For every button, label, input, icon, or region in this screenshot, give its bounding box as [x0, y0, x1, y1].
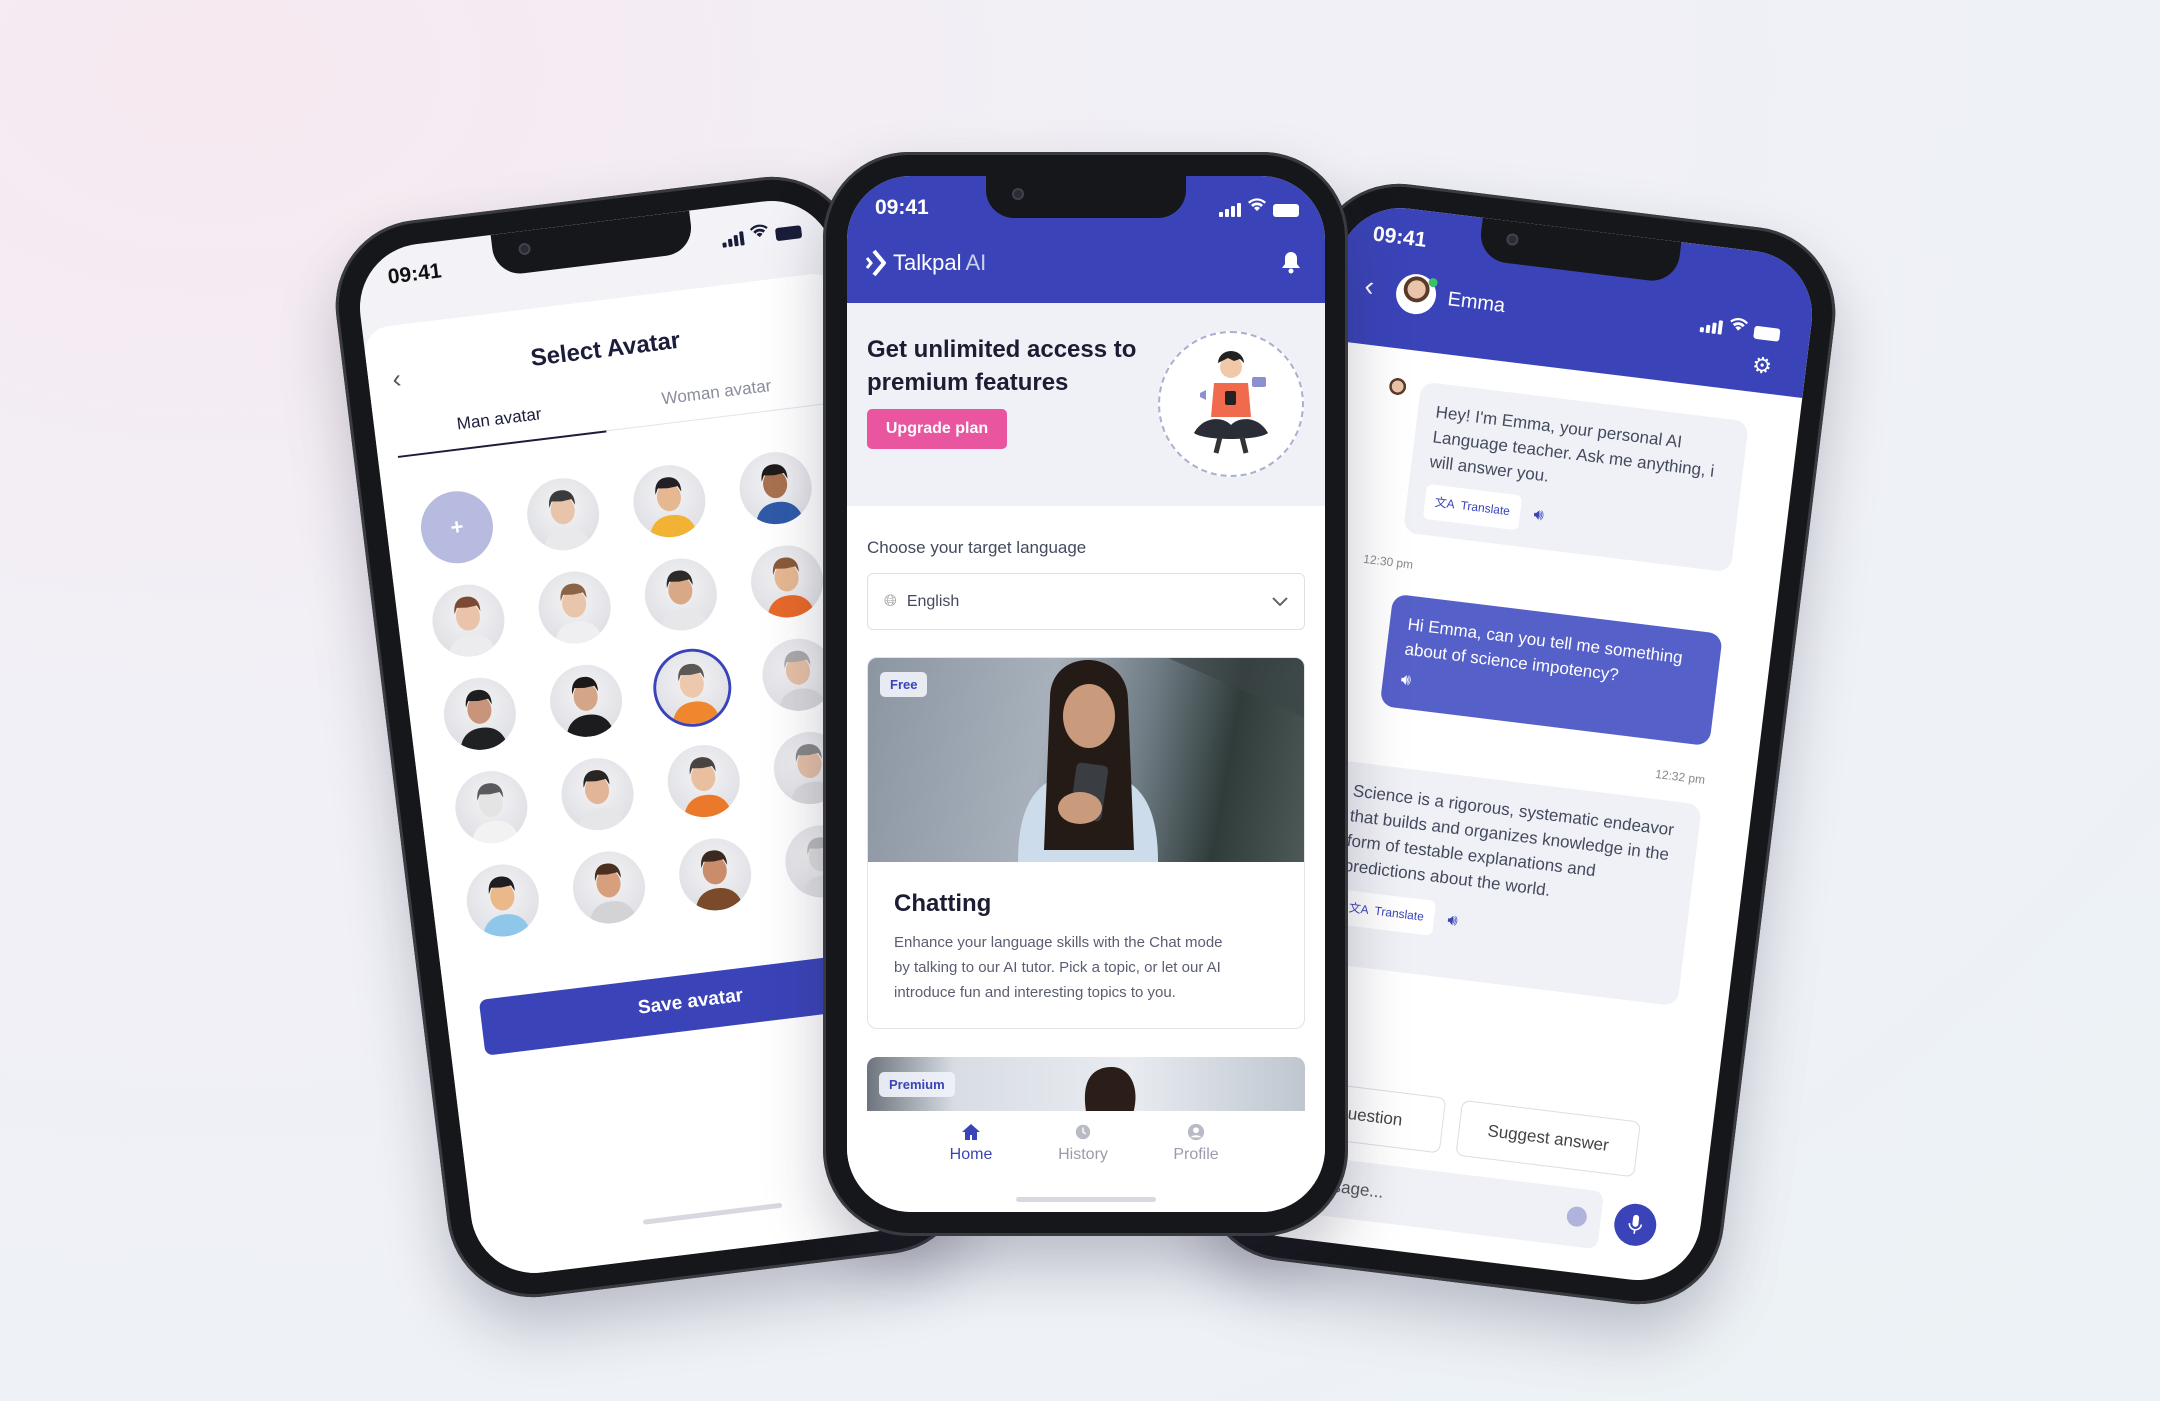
microphone-icon — [1628, 1214, 1643, 1234]
talkpal-logo: Talkpal AI — [865, 248, 986, 278]
notch — [490, 210, 695, 277]
add-avatar-button[interactable]: + — [416, 487, 498, 568]
avatar-option[interactable] — [545, 660, 627, 741]
status-icons — [1219, 198, 1299, 217]
avatar-option[interactable] — [735, 448, 816, 529]
avatar-option[interactable] — [557, 754, 638, 835]
home-screen: 09:41 Talkpal AI Get unlimited access to p… — [847, 176, 1325, 1212]
promo-banner: Get unlimited access to premium features … — [847, 303, 1325, 506]
home-indicator — [642, 1202, 783, 1225]
avatar-option[interactable] — [675, 834, 756, 915]
badge-premium: Premium — [879, 1072, 955, 1097]
message-time: 12:32 pm — [1654, 766, 1706, 787]
user-message: Hi Emma, can you tell me something about… — [1379, 593, 1723, 747]
badge-free: Free — [880, 672, 928, 697]
signal-icon — [1219, 203, 1241, 217]
nav-profile[interactable]: Profile — [1156, 1123, 1236, 1164]
speaker-icon[interactable]: 🔊︎ — [1446, 908, 1459, 934]
chevron-down-icon — [1272, 596, 1288, 606]
status-time: 09:41 — [386, 259, 443, 289]
emoji-icon[interactable] — [1565, 1205, 1588, 1228]
upgrade-plan-button[interactable]: Upgrade plan — [867, 409, 1007, 449]
settings-gear-icon[interactable]: ⚙ — [1751, 352, 1774, 380]
avatar-option[interactable] — [663, 740, 744, 822]
avatar-option[interactable] — [439, 673, 521, 754]
logo-icon — [865, 249, 886, 277]
tab-man-avatar[interactable]: Man avatar — [393, 396, 607, 458]
emma-small-avatar — [1382, 375, 1412, 405]
bottom-nav: Home History Profile — [847, 1111, 1325, 1212]
ai-message: Science is a rigorous, systematic endeav… — [1313, 760, 1702, 1007]
language-select[interactable]: 🌐︎ English — [867, 573, 1305, 630]
avatar-option[interactable] — [652, 647, 733, 728]
avatar-option[interactable] — [568, 847, 650, 928]
nav-home[interactable]: Home — [931, 1123, 1011, 1164]
profile-icon — [1187, 1123, 1205, 1141]
ai-message: Hey! I'm Emma, your personal AI Language… — [1402, 381, 1749, 573]
translate-button[interactable]: 文A Translate — [1336, 889, 1436, 936]
translate-icon: 文A — [1434, 495, 1456, 512]
language-value: English — [906, 592, 960, 610]
avatar-option[interactable] — [746, 541, 828, 622]
suggest-answer-button[interactable]: Suggest answer — [1455, 1099, 1641, 1178]
globe-icon: 🌐︎ — [884, 592, 897, 610]
battery-icon — [774, 225, 803, 242]
card-title: Chatting — [894, 890, 992, 917]
nav-history[interactable]: History — [1043, 1123, 1123, 1164]
home-icon — [962, 1124, 980, 1140]
status-icons — [721, 219, 803, 248]
avatar-option[interactable] — [640, 554, 721, 635]
avatar-option[interactable] — [534, 567, 615, 648]
tab-woman-avatar[interactable]: Woman avatar — [602, 368, 833, 432]
promo-title: Get unlimited access to premium features — [867, 336, 1137, 396]
promo-illustration — [1158, 331, 1304, 477]
notch — [986, 176, 1186, 218]
card-description: Enhance your language skills with the Ch… — [894, 934, 1223, 1001]
status-time: 09:41 — [875, 196, 929, 219]
battery-icon — [1273, 204, 1299, 217]
message-time: 12:30 pm — [1362, 551, 1414, 572]
home-indicator — [1016, 1197, 1156, 1202]
translate-button[interactable]: 文A Translate — [1422, 483, 1522, 531]
wifi-icon — [749, 223, 769, 244]
speaker-icon[interactable]: 🔊︎ — [1532, 502, 1545, 528]
microphone-button[interactable] — [1611, 1201, 1659, 1249]
card-chatting[interactable]: Free Chatting Enhance your language skil… — [867, 657, 1305, 1029]
avatar-option[interactable] — [451, 767, 532, 848]
translate-icon: 文A — [1347, 900, 1370, 917]
card-image: Free — [868, 658, 1304, 862]
phone-home: 09:41 Talkpal AI Get unlimited access to p… — [823, 152, 1348, 1236]
notification-bell-icon[interactable] — [1281, 250, 1301, 274]
avatar-option[interactable] — [523, 474, 604, 555]
signal-icon — [721, 231, 745, 248]
signal-icon — [1699, 318, 1724, 335]
history-icon — [1075, 1124, 1091, 1140]
wifi-icon — [1248, 198, 1266, 217]
wifi-icon — [1728, 317, 1749, 338]
language-label: Choose your target language — [867, 538, 1087, 557]
avatar-option[interactable] — [629, 461, 710, 542]
avatar-option[interactable] — [462, 860, 543, 941]
avatar-option[interactable] — [428, 580, 509, 661]
